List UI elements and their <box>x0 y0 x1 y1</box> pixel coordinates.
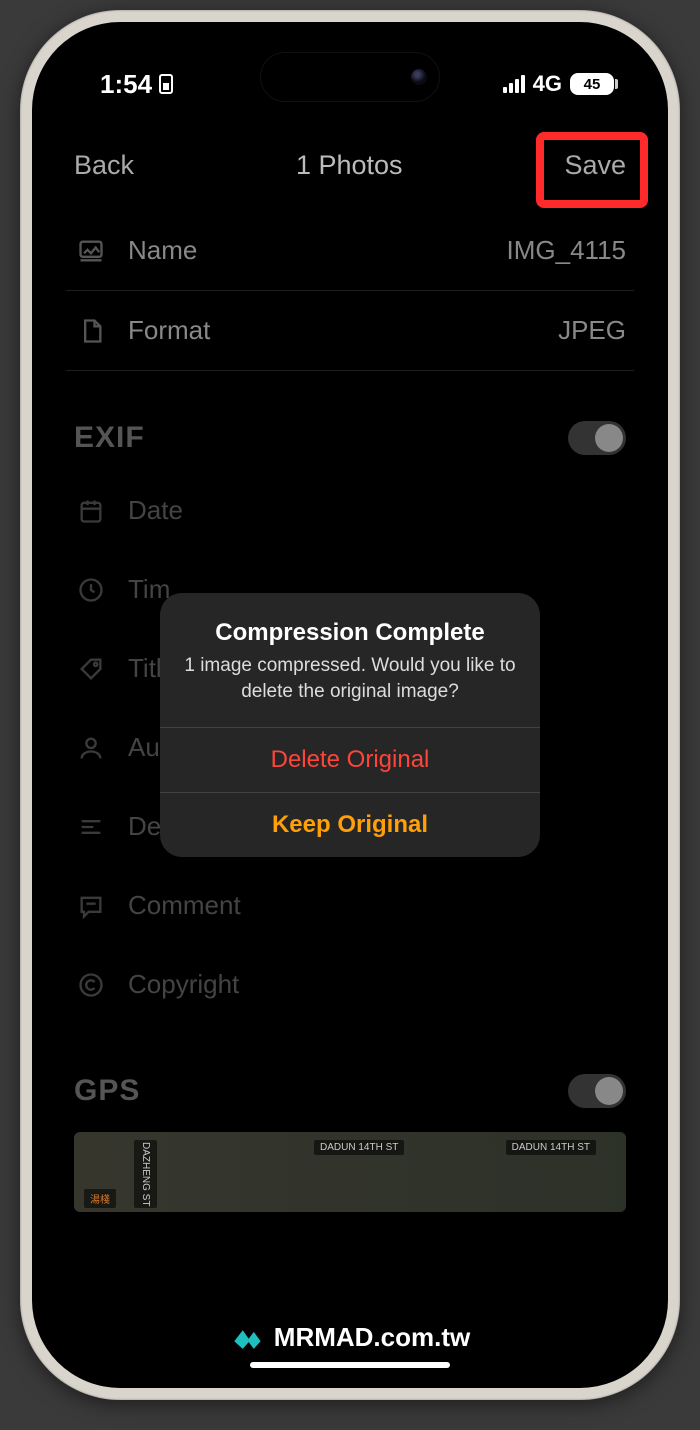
modal-overlay: Compression Complete 1 image compressed.… <box>40 30 660 1380</box>
keep-original-button[interactable]: Keep Original <box>160 792 540 857</box>
compression-alert: Compression Complete 1 image compressed.… <box>160 593 540 856</box>
phone-frame: 1:54 4G 45 Back <box>20 10 680 1400</box>
alert-message: 1 image compressed. Would you like to de… <box>182 653 518 704</box>
screen: 1:54 4G 45 Back <box>40 30 660 1380</box>
phone-bezel: 1:54 4G 45 Back <box>32 22 668 1388</box>
delete-original-button[interactable]: Delete Original <box>160 727 540 792</box>
alert-title: Compression Complete <box>182 619 518 647</box>
